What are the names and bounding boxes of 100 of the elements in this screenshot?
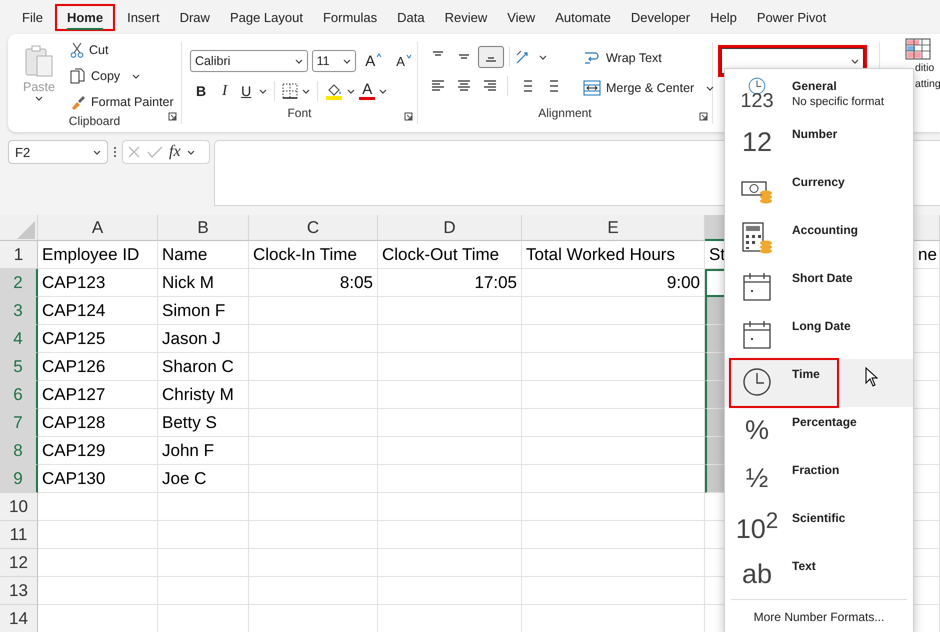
row-header[interactable]: 2 (0, 269, 38, 297)
increase-font-size-button[interactable]: A (360, 52, 388, 70)
small-clock-icon (748, 77, 766, 95)
row-header[interactable]: 3 (0, 297, 38, 325)
format-option[interactable]: ½ Fraction (725, 455, 913, 503)
ribbon-tab[interactable]: Developer (622, 4, 698, 30)
group-label: Font (287, 106, 312, 122)
table-cell: 17:05 (378, 269, 522, 297)
table-cell: Christy M (158, 381, 249, 409)
row-header[interactable]: 8 (0, 437, 38, 465)
row-header[interactable]: 7 (0, 409, 38, 437)
align-bottom-icon[interactable] (478, 46, 504, 68)
table-cell: John F (158, 437, 249, 465)
table-cell: CAP124 (38, 297, 158, 325)
caret-icon (294, 58, 303, 64)
copy-icon (70, 68, 86, 84)
fill-color-icon[interactable] (325, 82, 344, 100)
format-option[interactable]: 123 General No specific format (725, 71, 913, 119)
ribbon-tab[interactable]: File (14, 4, 51, 30)
row-header[interactable]: 1 (0, 241, 38, 269)
ribbon-tab[interactable]: View (499, 4, 544, 30)
table-cell: Nick M (158, 269, 249, 297)
more-formats-link[interactable]: More Number Formats... (731, 599, 907, 632)
merge-center-button[interactable]: Merge & Center (582, 76, 714, 100)
format-option[interactable]: % Percentage (725, 407, 913, 455)
column-header[interactable]: B (158, 215, 249, 241)
more-options-icon[interactable] (113, 146, 117, 158)
borders-icon[interactable] (282, 83, 298, 99)
copy-button[interactable]: Copy (70, 64, 174, 88)
table-cell: Jason J (158, 325, 249, 353)
conditional-formatting-icon[interactable] (905, 38, 931, 60)
format-glyph: % (744, 414, 770, 446)
ribbon-label[interactable]: ditio (915, 60, 940, 76)
row-header[interactable]: 13 (0, 577, 38, 605)
row-header[interactable]: 14 (0, 605, 38, 632)
table-cell: Clock-Out Time (378, 241, 522, 269)
ribbon-tab[interactable]: Data (389, 4, 433, 30)
row-header[interactable]: 5 (0, 353, 38, 381)
row-header[interactable]: 11 (0, 521, 38, 549)
ribbon-tab[interactable]: Formulas (314, 4, 386, 30)
format-option[interactable]: Currency (725, 167, 913, 215)
dialog-launcher-icon[interactable] (168, 112, 177, 121)
column-header[interactable]: A (38, 215, 158, 241)
row-header[interactable]: 4 (0, 325, 38, 353)
caret-icon (343, 58, 352, 64)
caret-icon (850, 58, 859, 64)
table-cell: Employee ID (38, 241, 158, 269)
wrap-arrow-icon (582, 50, 601, 66)
table-cell: Joe C (158, 465, 249, 493)
ribbon-tab[interactable]: Page Layout (222, 4, 311, 30)
row-header[interactable]: 6 (0, 381, 38, 409)
row-header[interactable]: 12 (0, 549, 38, 577)
ribbon-tab[interactable]: Automate (547, 4, 619, 30)
ribbon-tab[interactable]: Draw (172, 4, 218, 30)
general-format-icon: 123 (735, 71, 779, 117)
dialog-launcher-icon[interactable] (698, 112, 708, 121)
format-option[interactable]: Time (725, 359, 913, 407)
font-color-button[interactable]: A (359, 82, 376, 100)
font-size-field[interactable]: 11 (312, 50, 356, 72)
caret-icon (347, 88, 356, 94)
paintbrush-icon (70, 94, 86, 110)
bold-button[interactable]: B (190, 83, 212, 99)
ribbon-label[interactable]: atting (915, 76, 940, 92)
column-header[interactable]: D (378, 215, 522, 241)
column-header[interactable]: C (249, 215, 378, 241)
ribbon-tab[interactable]: Review (436, 4, 496, 30)
decrease-font-size-button[interactable]: A (391, 54, 417, 68)
format-painter-button[interactable]: Format Painter (70, 90, 174, 114)
italic-button[interactable]: I (216, 82, 234, 100)
wrap-text-button[interactable]: Wrap Text (582, 46, 714, 70)
ribbon-tab[interactable]: Help (702, 4, 745, 30)
caret-icon (538, 54, 547, 60)
format-glyph: ½ (744, 462, 770, 494)
table-cell: CAP123 (38, 269, 158, 297)
insert-function-button[interactable]: fx (169, 143, 181, 161)
table-cell: 8:05 (249, 269, 378, 297)
underline-button[interactable]: U (237, 83, 256, 99)
table-cell: Betty S (158, 409, 249, 437)
ribbon-tab[interactable]: Insert (119, 4, 168, 30)
ribbon-tab[interactable]: Home (54, 4, 116, 30)
table-cell: Clock-In Time (249, 241, 378, 269)
check-icon[interactable] (147, 145, 163, 159)
format-option[interactable]: 10$^{2}$ Scientific (725, 503, 913, 551)
name-box[interactable]: F2 (8, 140, 108, 164)
column-header[interactable]: E (522, 215, 705, 241)
row-header[interactable]: 9 (0, 465, 38, 493)
group-label: Clipboard (68, 114, 120, 128)
ribbon-tab[interactable]: Power Pivot (748, 4, 834, 30)
caret-icon (93, 150, 101, 154)
group-label: Alignment (538, 106, 592, 122)
format-option[interactable]: Long Date (725, 311, 913, 359)
format-option[interactable]: ab Text (725, 551, 913, 599)
calendar-icon (742, 271, 772, 301)
cut-button[interactable]: Cut (70, 38, 174, 62)
mouse-pointer-icon (865, 367, 879, 387)
table-cell: Sharon C (158, 353, 249, 381)
format-option[interactable]: 12 Number (725, 119, 913, 167)
font-name-field[interactable]: Calibri (190, 50, 308, 72)
row-header[interactable]: 10 (0, 493, 38, 521)
dialog-launcher-icon[interactable] (404, 112, 413, 121)
